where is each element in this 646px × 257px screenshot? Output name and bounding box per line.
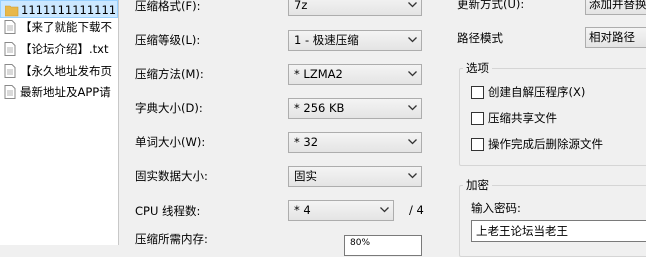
path-mode-label: 路径模式 — [457, 31, 503, 45]
encryption-title: 加密 — [463, 177, 492, 193]
cpu-total: / 4 — [409, 203, 424, 217]
format-label: 压缩格式(F): — [135, 0, 201, 13]
checkbox-box[interactable] — [471, 112, 484, 125]
file-item[interactable]: 【论坛介绍】.txt — [0, 40, 118, 58]
sfx-label: 创建自解压程序(X) — [488, 85, 586, 99]
update-mode-value: 添加并替换 — [589, 0, 646, 11]
format-value: 7z — [294, 0, 308, 12]
text-file-icon — [4, 64, 16, 78]
cpu-label: CPU 线程数: — [135, 204, 201, 218]
password-field[interactable]: 上老王论坛当老王 — [471, 220, 646, 242]
file-item[interactable]: 【来了就能下载不 — [0, 18, 118, 36]
word-label: 单词大小(W): — [135, 135, 206, 149]
cpu-select[interactable]: * 4 — [288, 200, 394, 221]
update-mode-label: 更新方式(U): — [457, 0, 525, 11]
memory-value: 80% — [350, 238, 371, 248]
chevron-down-icon — [404, 99, 421, 118]
file-name: 【论坛介绍】.txt — [20, 42, 109, 56]
checkbox-box[interactable] — [471, 138, 484, 151]
file-item[interactable]: 最新地址及APP请 — [0, 83, 118, 101]
password-label: 输入密码: — [471, 201, 521, 215]
chevron-down-icon — [376, 201, 393, 220]
dict-select[interactable]: * 256 KB — [288, 98, 422, 119]
file-item[interactable]: 【永久地址发布页 — [0, 62, 118, 80]
dict-label: 字典大小(D): — [135, 101, 203, 115]
solid-select[interactable]: 固实 — [288, 166, 422, 187]
options-title: 选项 — [463, 60, 492, 76]
word-value: * 32 — [294, 135, 319, 149]
text-file-icon — [4, 20, 16, 34]
level-label: 压缩等级(L): — [135, 33, 201, 47]
chevron-down-icon — [404, 167, 421, 186]
file-name: 【永久地址发布页 — [20, 64, 112, 78]
file-item-folder[interactable]: 1111111111111 — [0, 0, 118, 18]
password-value: 上老王论坛当老王 — [476, 224, 568, 238]
method-select[interactable]: * LZMA2 — [288, 64, 422, 85]
file-name: 1111111111111 — [21, 3, 117, 17]
folder-icon — [4, 3, 19, 17]
delete-after-label: 操作完成后删除源文件 — [488, 137, 603, 151]
method-value: * LZMA2 — [294, 67, 343, 81]
format-select[interactable]: 7z — [288, 0, 422, 16]
solid-value: 固实 — [294, 169, 317, 183]
dict-value: * 256 KB — [294, 101, 345, 115]
file-list: 1111111111111 【来了就能下载不 【论坛介绍】.txt 【永久地址发… — [0, 0, 119, 245]
chevron-down-icon — [404, 0, 421, 15]
method-label: 压缩方法(M): — [135, 67, 204, 81]
cpu-value: * 4 — [294, 203, 311, 217]
file-name: 最新地址及APP请 — [20, 85, 111, 99]
update-mode-select[interactable]: 添加并替换 — [585, 0, 646, 15]
shared-files-label: 压缩共享文件 — [488, 111, 557, 125]
path-mode-select[interactable]: 相对路径 — [585, 27, 646, 48]
level-value: 1 - 极速压缩 — [294, 33, 359, 47]
word-select[interactable]: * 32 — [288, 132, 422, 153]
file-name: 【来了就能下载不 — [20, 20, 112, 34]
solid-label: 固实数据大小: — [135, 169, 208, 183]
chevron-down-icon — [404, 133, 421, 152]
text-file-icon — [4, 42, 16, 56]
path-mode-value: 相对路径 — [589, 30, 635, 44]
memory-select[interactable]: 80% — [344, 235, 422, 256]
checkbox-box[interactable] — [471, 86, 484, 99]
level-select[interactable]: 1 - 极速压缩 — [288, 30, 422, 51]
chevron-down-icon — [404, 65, 421, 84]
chevron-down-icon — [404, 31, 421, 50]
text-file-icon — [4, 85, 16, 99]
